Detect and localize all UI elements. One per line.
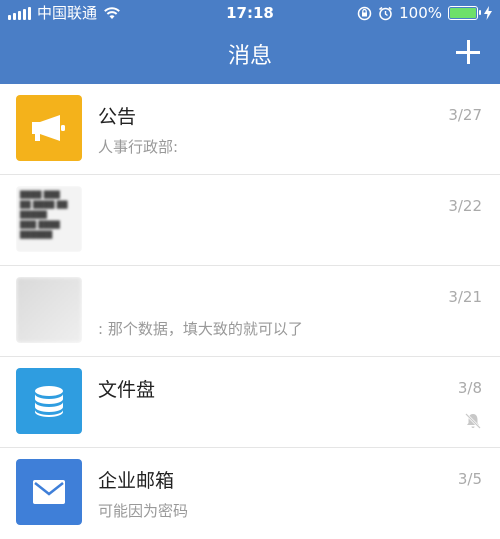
app-header: 中国联通 17:18 100% 消息 — [0, 0, 500, 84]
conversation-title: 公告 — [98, 106, 137, 128]
status-bar: 中国联通 17:18 100% — [0, 0, 500, 26]
alarm-icon — [379, 6, 393, 20]
mail-icon — [16, 459, 82, 525]
conversation-title: 文件盘 — [98, 379, 156, 401]
group-thumbnail — [16, 277, 82, 343]
conversation-preview: : 那个数据，填大致的就可以了 — [98, 320, 303, 338]
add-button[interactable] — [454, 38, 482, 66]
conversation-date: 3/21 — [448, 288, 482, 306]
conversation-row-announcement[interactable]: 公告 人事行政部: 3/27 — [0, 84, 500, 175]
conversation-date: 3/5 — [457, 470, 482, 488]
charging-icon — [484, 6, 492, 20]
rotation-lock-icon — [357, 6, 372, 20]
battery-percent: 100% — [399, 4, 442, 22]
conversation-date: 3/22 — [448, 197, 482, 215]
conversation-date: 3/8 — [457, 379, 482, 397]
conversation-title: 企业邮箱 — [98, 470, 175, 492]
conversation-row-blurred-1[interactable]: ████ ███ ██ ████ ██ █████ ███ ████ ██████ 3/… — [0, 175, 500, 266]
conversation-date: 3/27 — [448, 106, 482, 124]
conversation-preview: 人事行政部: — [98, 138, 179, 156]
megaphone-icon — [16, 95, 82, 161]
database-icon — [16, 368, 82, 434]
conversation-row-mail[interactable]: 企业邮箱 可能因为密码 3/5 — [0, 448, 500, 539]
page-title: 消息 — [227, 44, 272, 69]
conversation-preview: 可能因为密码 — [98, 502, 189, 520]
conversation-row-blurred-2[interactable]: : 那个数据，填大致的就可以了 3/21 — [0, 266, 500, 357]
conversation-row-drive[interactable]: 文件盘 3/8 — [0, 357, 500, 448]
document-thumbnail: ████ ███ ██ ████ ██ █████ ███ ████ ██████ — [16, 186, 82, 252]
battery-icon — [448, 6, 481, 20]
mute-bell-icon — [465, 413, 481, 429]
conversation-list: 公告 人事行政部: 3/27 ████ ███ ██ ████ ██ █████ ██… — [0, 84, 500, 539]
